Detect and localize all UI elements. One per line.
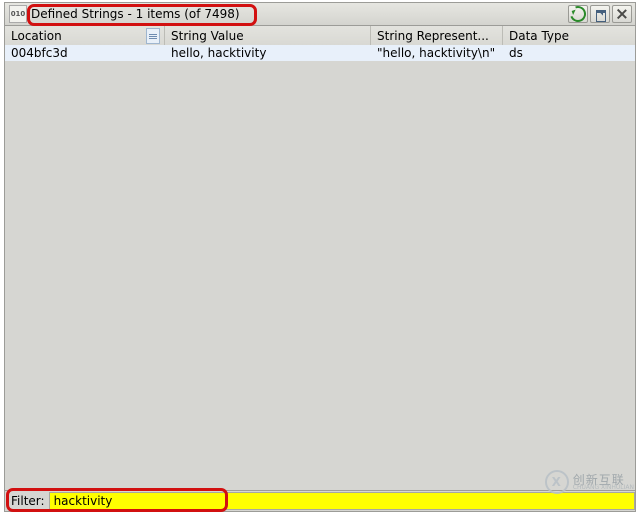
close-button[interactable] xyxy=(612,5,632,23)
titlebar: 010 Defined Strings - 1 items (of 7498) xyxy=(5,3,635,26)
column-label: Location xyxy=(11,29,62,43)
cell-string-representation: "hello, hacktivity\n" xyxy=(371,46,503,60)
watermark-sub: CHUANG XINHULIAN xyxy=(573,485,634,491)
column-header-data-type[interactable]: Data Type xyxy=(503,26,635,46)
refresh-button[interactable] xyxy=(568,5,588,23)
filter-label: Filter: xyxy=(5,494,49,508)
column-label: String Value xyxy=(171,29,244,43)
defined-strings-window: 010 Defined Strings - 1 items (of 7498) … xyxy=(4,2,636,512)
table-header: Location String Value String Represent..… xyxy=(5,26,635,47)
sort-icon[interactable] xyxy=(146,28,160,44)
table-row[interactable]: 004bfc3d hello, hacktivity "hello, hackt… xyxy=(5,45,635,61)
filter-input[interactable]: hacktivity xyxy=(49,492,635,510)
cell-location: 004bfc3d xyxy=(5,46,165,60)
refresh-icon xyxy=(567,3,588,24)
cell-data-type: ds xyxy=(503,46,635,60)
column-header-string-value[interactable]: String Value xyxy=(165,26,371,46)
table-body: 004bfc3d hello, hacktivity "hello, hackt… xyxy=(5,45,635,491)
column-label: String Represent... xyxy=(377,29,489,43)
filter-input-value: hacktivity xyxy=(54,494,113,508)
column-header-location[interactable]: Location xyxy=(5,26,165,46)
watermark-logo: Ⅹ xyxy=(545,470,569,494)
app-icon: 010 xyxy=(9,5,27,23)
window-title: Defined Strings - 1 items (of 7498) xyxy=(30,7,244,21)
column-label: Data Type xyxy=(509,29,569,43)
filter-bar: Filter: hacktivity xyxy=(5,490,635,511)
cell-string-value: hello, hacktivity xyxy=(165,46,371,60)
column-header-string-representation[interactable]: String Represent... xyxy=(371,26,503,46)
watermark: Ⅹ 创新互联 CHUANG XINHULIAN xyxy=(545,470,634,494)
external-window-icon xyxy=(594,8,606,20)
external-window-button[interactable] xyxy=(590,5,610,23)
close-icon xyxy=(617,9,627,19)
